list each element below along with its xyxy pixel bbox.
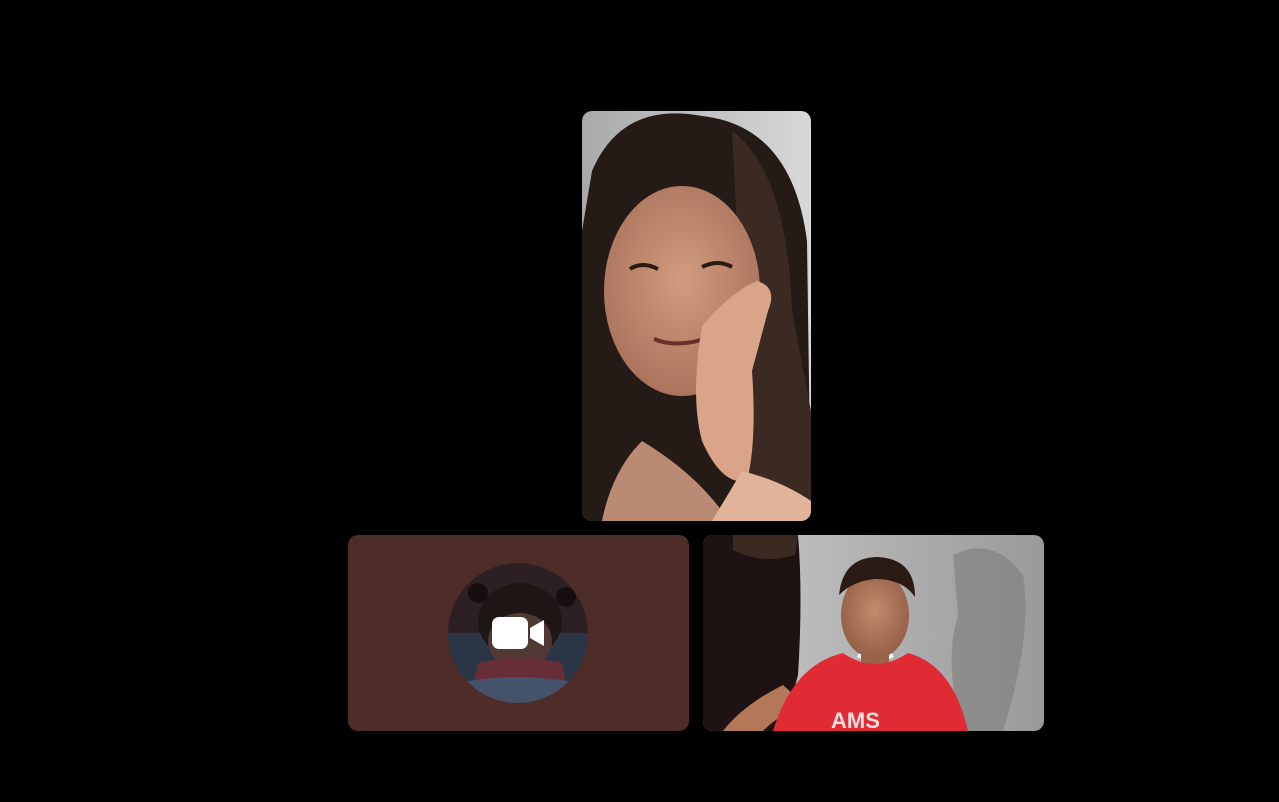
participant-tile-1[interactable] [582, 111, 811, 521]
shirt-print: AMS [831, 708, 880, 731]
video-call-stage: AMS [0, 0, 1279, 802]
cartoon-girl-avatar-icon [448, 563, 588, 703]
participant-tile-3[interactable]: AMS [703, 535, 1044, 731]
camera-icon [492, 614, 544, 652]
participant-video-feed-3: AMS [703, 535, 1044, 731]
participant-tile-2[interactable] [348, 535, 689, 731]
participant-video-feed-1 [582, 111, 811, 521]
